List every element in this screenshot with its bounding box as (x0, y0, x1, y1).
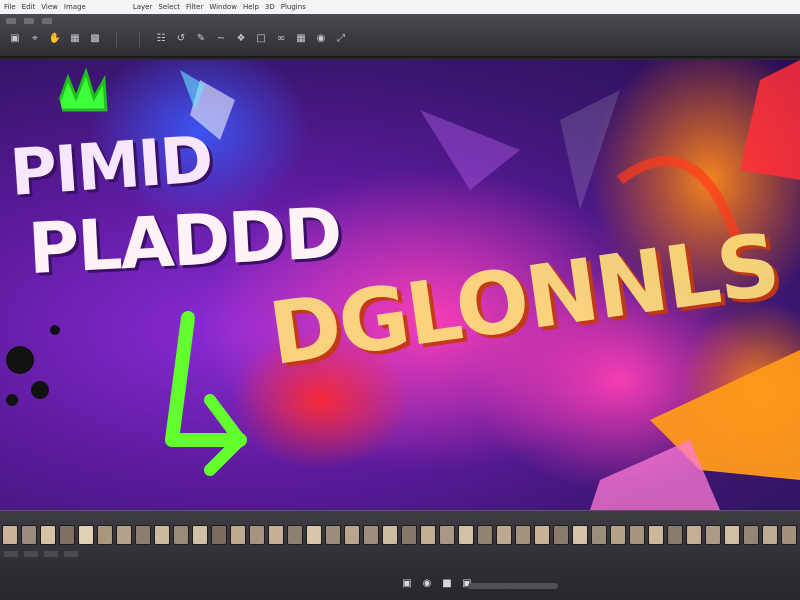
toolbar-row-top (0, 14, 800, 28)
filmstrip-thumbnail[interactable] (382, 525, 398, 545)
filmstrip-marker (44, 551, 58, 557)
filmstrip-thumbnail[interactable] (306, 525, 322, 545)
filmstrip-marker (64, 551, 78, 557)
filmstrip-thumbnail[interactable] (2, 525, 18, 545)
arrange-icon[interactable]: ▦ (68, 32, 82, 46)
filmstrip-thumbnail[interactable] (553, 525, 569, 545)
filmstrip-thumbnail[interactable] (287, 525, 303, 545)
image-icon[interactable]: ▦ (294, 32, 308, 46)
toolbar-indicator (42, 18, 52, 24)
filmstrip-thumbnail[interactable] (344, 525, 360, 545)
pin-icon[interactable]: ❖ (234, 32, 248, 46)
menu-item-select[interactable]: Select (158, 3, 180, 11)
mask-icon[interactable]: ◉ (314, 32, 328, 46)
bottom-panel: ▣ ◉ ■ ▣ (0, 510, 800, 600)
filmstrip-thumbnail[interactable] (78, 525, 94, 545)
toolbar: ▣ ⌖ ✋ ▦ ▩ ☷ ↺ ✎ ∼ ❖ □ ∞ ▦ ◉ ⤢ (0, 14, 800, 58)
filmstrip-thumbnail[interactable] (230, 525, 246, 545)
filmstrip-thumbnail[interactable] (249, 525, 265, 545)
frame-icon[interactable]: ▣ (400, 577, 414, 591)
filmstrip-thumbnail[interactable] (173, 525, 189, 545)
menu-group-left: File Edit View Image (4, 3, 86, 11)
filmstrip-thumbnail[interactable] (325, 525, 341, 545)
filmstrip-thumbnail[interactable] (40, 525, 56, 545)
filmstrip-thumbnail[interactable] (610, 525, 626, 545)
filmstrip-thumbnail[interactable] (154, 525, 170, 545)
filmstrip-thumbnail[interactable] (591, 525, 607, 545)
filmstrip-thumbnail[interactable] (59, 525, 75, 545)
curve-icon[interactable]: ∼ (214, 32, 228, 46)
filmstrip-thumbnail[interactable] (496, 525, 512, 545)
filmstrip-thumbnail[interactable] (724, 525, 740, 545)
menu-item-file[interactable]: File (4, 3, 16, 11)
menu-item-help[interactable]: Help (243, 3, 259, 11)
expand-icon[interactable]: ⤢ (334, 32, 348, 46)
toolbar-separator (139, 31, 140, 47)
menu-item-image[interactable]: Image (64, 3, 86, 11)
filmstrip (0, 525, 800, 547)
grid-icon[interactable]: ▩ (88, 32, 102, 46)
toolbar-indicator (6, 18, 16, 24)
toolbar-row-tools: ▣ ⌖ ✋ ▦ ▩ ☷ ↺ ✎ ∼ ❖ □ ∞ ▦ ◉ ⤢ (0, 28, 800, 50)
filmstrip-thumbnail[interactable] (420, 525, 436, 545)
artwork-title-line-2: PLADDD (26, 191, 343, 291)
filmstrip-thumbnail[interactable] (21, 525, 37, 545)
artwork-canvas[interactable]: PIMID PLADDD DGLONNLS (0, 60, 800, 510)
filmstrip-marker (24, 551, 38, 557)
menu-bar: File Edit View Image Layer Select Filter… (0, 0, 800, 14)
filmstrip-thumbnail[interactable] (781, 525, 797, 545)
brush-icon[interactable]: ✎ (194, 32, 208, 46)
filmstrip-thumbnail[interactable] (534, 525, 550, 545)
filmstrip-thumbnail[interactable] (401, 525, 417, 545)
menu-item-edit[interactable]: Edit (22, 3, 36, 11)
filmstrip-thumbnail[interactable] (97, 525, 113, 545)
filmstrip-thumbnail[interactable] (762, 525, 778, 545)
filmstrip-thumbnail[interactable] (648, 525, 664, 545)
filmstrip-thumbnail[interactable] (135, 525, 151, 545)
menu-item-plugins[interactable]: Plugins (281, 3, 306, 11)
history-icon[interactable]: ↺ (174, 32, 188, 46)
menu-item-view[interactable]: View (41, 3, 58, 11)
filmstrip-thumbnail[interactable] (477, 525, 493, 545)
filmstrip-thumbnail[interactable] (192, 525, 208, 545)
toolbar-separator (116, 31, 117, 47)
filmstrip-thumbnail[interactable] (211, 525, 227, 545)
artwork-title-line-1: PIMID (7, 123, 214, 211)
layers-icon[interactable]: ▣ (8, 32, 22, 46)
menu-group-center: Layer Select Filter Window Help 3D Plugi… (133, 3, 306, 11)
filmstrip-thumbnail[interactable] (116, 525, 132, 545)
filmstrip-thumbnail[interactable] (705, 525, 721, 545)
timeline-scrollbar[interactable] (468, 583, 558, 589)
link-icon[interactable]: ∞ (274, 32, 288, 46)
filmstrip-thumbnail[interactable] (743, 525, 759, 545)
marquee-icon[interactable]: □ (254, 32, 268, 46)
menu-item-3d[interactable]: 3D (265, 3, 275, 11)
panel-icon[interactable]: ■ (440, 577, 454, 591)
camera-icon[interactable]: ◉ (420, 577, 434, 591)
filmstrip-lower-row (0, 551, 800, 561)
filmstrip-thumbnail[interactable] (268, 525, 284, 545)
menu-item-window[interactable]: Window (209, 3, 237, 11)
toolbar-indicator (24, 18, 34, 24)
filmstrip-thumbnail[interactable] (363, 525, 379, 545)
filmstrip-thumbnail[interactable] (629, 525, 645, 545)
filmstrip-marker (4, 551, 18, 557)
hand-icon[interactable]: ✋ (48, 32, 62, 46)
menu-item-filter[interactable]: Filter (186, 3, 203, 11)
crop-icon[interactable]: ⌖ (28, 32, 42, 46)
transport-controls: ▣ ◉ ■ ▣ (400, 577, 474, 591)
filmstrip-thumbnail[interactable] (458, 525, 474, 545)
filmstrip-thumbnail[interactable] (439, 525, 455, 545)
menu-item-layer[interactable]: Layer (133, 3, 153, 11)
filmstrip-thumbnail[interactable] (572, 525, 588, 545)
filmstrip-thumbnail[interactable] (667, 525, 683, 545)
filmstrip-thumbnail[interactable] (686, 525, 702, 545)
filmstrip-thumbnail[interactable] (515, 525, 531, 545)
transform-icon[interactable]: ☷ (154, 32, 168, 46)
